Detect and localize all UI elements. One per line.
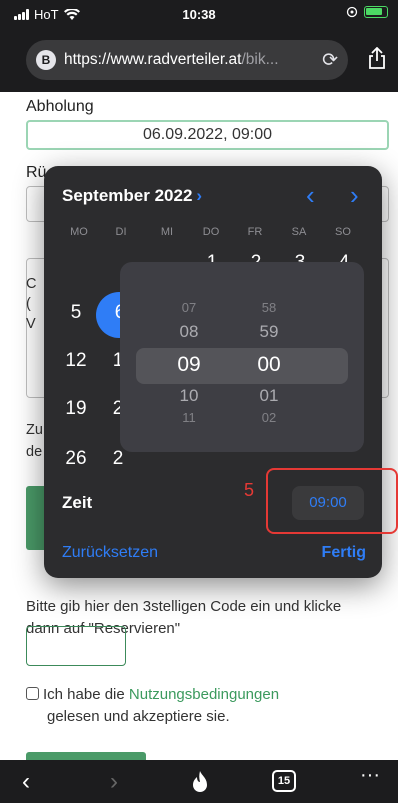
day-cell[interactable]: 5: [56, 302, 96, 324]
hour-selected[interactable]: 09: [164, 353, 214, 377]
pickup-label: Abholung: [26, 98, 94, 115]
comment-text-line-1: C: [26, 276, 37, 292]
status-bar: HoT 10:38: [0, 0, 398, 30]
reload-icon[interactable]: ⟳: [322, 49, 338, 72]
terms-checkbox[interactable]: [26, 687, 39, 700]
browser-toolbar: ‹ › 15 ···: [0, 760, 398, 803]
weekday-mi: MI: [160, 226, 174, 238]
minute-option[interactable]: 02: [244, 410, 294, 425]
annotation-number: 5: [244, 480, 255, 500]
hour-option[interactable]: 10: [164, 386, 214, 406]
terms-row: Ich habe die Nutzungsbedingungen gelesen…: [26, 684, 279, 728]
clock: 10:38: [182, 7, 216, 22]
weekday-sa: SA: [291, 226, 307, 238]
orientation-lock-icon: [346, 6, 358, 18]
minute-option[interactable]: 59: [244, 322, 294, 342]
time-label: Zeit: [62, 493, 93, 512]
url-main: https://www.radverteiler.at: [64, 51, 242, 68]
comment-text-line-3: V: [26, 316, 36, 332]
info-text-line-2: de: [26, 444, 43, 460]
battery-icon: [364, 6, 388, 18]
url-text[interactable]: https://www.radverteiler.at/bik...: [64, 51, 310, 69]
weekday-di: DI: [115, 226, 127, 238]
hour-option[interactable]: 08: [164, 322, 214, 342]
share-icon[interactable]: [368, 47, 386, 69]
browser-address-area: B https://www.radverteiler.at/bik... ⟳: [0, 30, 398, 92]
day-cell[interactable]: 26: [56, 448, 96, 470]
pickup-datetime-field[interactable]: 06.09.2022, 09:00: [26, 120, 389, 150]
reset-button[interactable]: Zurücksetzen: [62, 544, 158, 562]
annotation-highlight-box: [266, 468, 398, 534]
more-menu-icon[interactable]: ···: [360, 764, 380, 787]
hour-option[interactable]: 11: [164, 410, 214, 425]
flame-icon[interactable]: [190, 770, 210, 794]
forward-icon[interactable]: ›: [110, 768, 118, 796]
info-text-line-1: Zu: [26, 422, 43, 438]
weekday-so: SO: [335, 226, 351, 238]
back-icon[interactable]: ‹: [22, 768, 30, 796]
terms-suffix: gelesen und akzeptiere sie.: [47, 708, 230, 725]
comment-text-line-2: (: [26, 296, 31, 312]
url-tail: /bik...: [241, 51, 279, 68]
hour-option[interactable]: 07: [164, 300, 214, 315]
weekday-do: DO: [202, 226, 220, 238]
previous-month-icon[interactable]: ‹: [306, 180, 315, 211]
minute-selected[interactable]: 00: [244, 353, 294, 377]
day-cell[interactable]: 19: [56, 398, 96, 420]
month-title: September 2022: [62, 186, 193, 205]
minute-option[interactable]: 01: [244, 386, 294, 406]
minute-option[interactable]: 58: [244, 300, 294, 315]
time-wheel[interactable]: 07 08 09 10 11 58 59 00 01 02: [120, 262, 364, 452]
site-badge-icon: B: [36, 50, 56, 70]
url-bar[interactable]: B https://www.radverteiler.at/bik... ⟳: [26, 40, 348, 80]
terms-prefix: Ich habe die: [43, 686, 129, 703]
code-input[interactable]: [26, 626, 126, 666]
chevron-right-icon: ›: [196, 186, 203, 205]
weekday-mo: MO: [70, 226, 88, 238]
done-button[interactable]: Fertig: [322, 544, 366, 562]
next-month-icon[interactable]: ›: [350, 180, 359, 211]
month-selector[interactable]: September 2022 ›: [62, 186, 202, 206]
terms-link[interactable]: Nutzungsbedingungen: [129, 686, 279, 703]
weekday-fr: FR: [247, 226, 263, 238]
day-cell[interactable]: 12: [56, 350, 96, 372]
tab-switcher-icon[interactable]: 15: [272, 770, 296, 792]
